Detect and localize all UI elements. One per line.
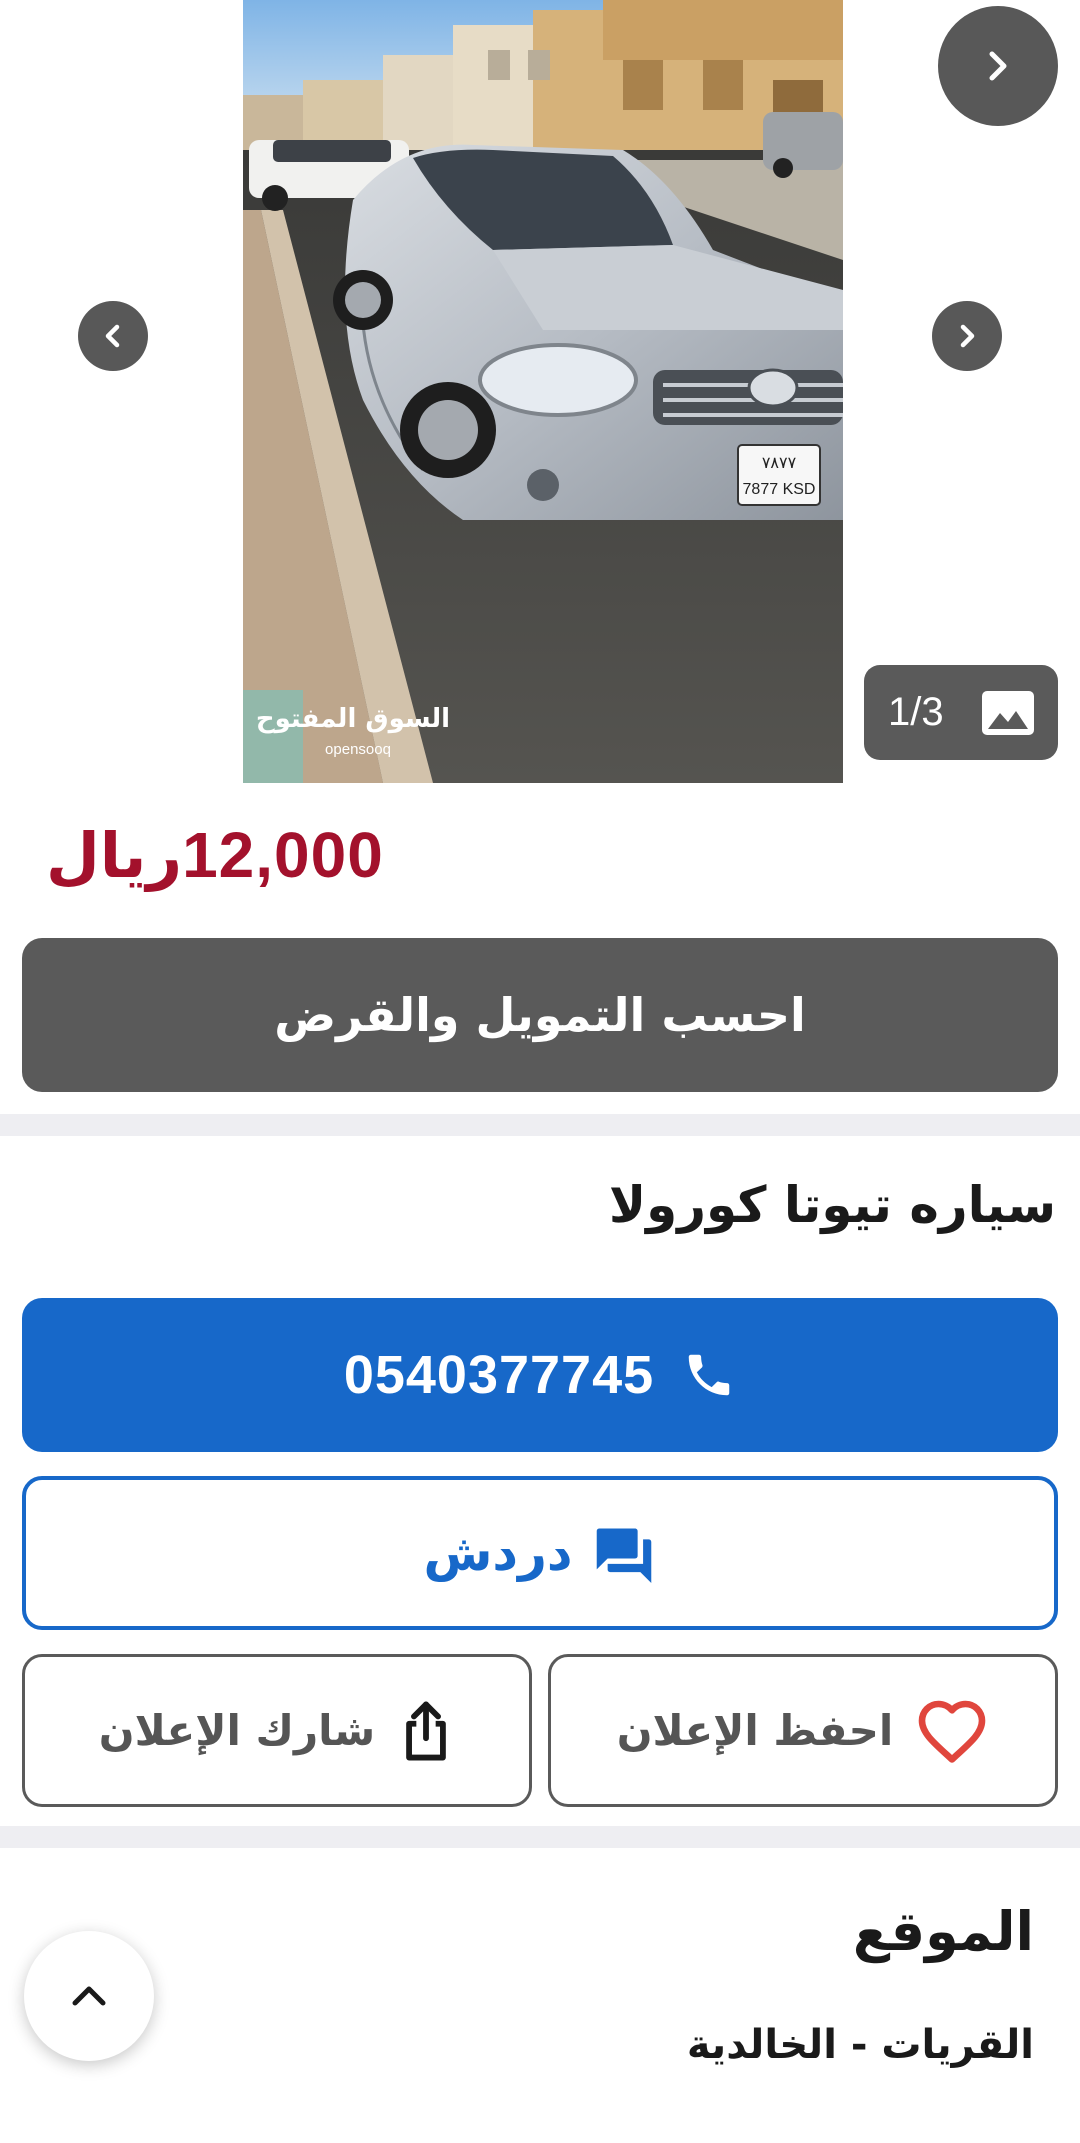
heart-icon: [918, 1700, 986, 1763]
plate-text-top: ٧٨٧٧: [762, 453, 797, 472]
chevron-right-icon: [960, 324, 975, 348]
plate-text-bottom: 7877 KSD: [743, 481, 816, 498]
section-divider: [0, 1114, 1080, 1136]
phone-number: 0540377745: [343, 1345, 655, 1405]
ad-title: سياره تيوتا كورولا: [608, 1176, 1056, 1234]
share-ad-button[interactable]: شارك الإعلان: [22, 1654, 532, 1807]
photo-counter-text: 1/3: [888, 690, 944, 734]
chat-button[interactable]: دردش: [22, 1476, 1058, 1630]
chat-bubbles-icon: [596, 1528, 651, 1583]
price-currency: ريال: [46, 818, 183, 892]
phone-icon: [688, 1354, 730, 1396]
location-heading: الموقع: [852, 1900, 1034, 1963]
watermark-arabic: السوق المفتوح: [256, 704, 450, 734]
image-gallery[interactable]: ٧٨٧٧ 7877 KSD السوق المفتوح opensooq 1/3: [0, 0, 1080, 783]
save-ad-button[interactable]: احفظ الإعلان: [548, 1654, 1058, 1807]
chevron-right-icon: [989, 51, 1007, 81]
photo-prev-button[interactable]: [78, 301, 148, 371]
share-icon: [406, 1701, 447, 1760]
chevron-left-icon: [105, 324, 120, 348]
photo-counter[interactable]: 1/3: [864, 665, 1058, 760]
watermark-english: opensooq: [325, 741, 391, 758]
price-amount: 12,000: [182, 819, 384, 891]
section-divider: [0, 1826, 1080, 1848]
scroll-to-top-button[interactable]: [24, 1931, 154, 2061]
car-photo-illustration: ٧٨٧٧ 7877 KSD السوق المفتوح opensooq: [243, 0, 843, 783]
chat-label: دردش: [423, 1524, 573, 1582]
finance-calculator-button[interactable]: احسب التمويل والقرض: [22, 938, 1058, 1092]
gallery-next-button[interactable]: [938, 6, 1058, 126]
share-ad-label: شارك الإعلان: [98, 1706, 376, 1755]
location-value: القريات - الخالدية: [686, 2022, 1034, 2068]
call-button[interactable]: 0540377745: [22, 1298, 1058, 1452]
price: 12,000 ريال: [22, 810, 384, 900]
save-ad-label: احفظ الإعلان: [616, 1706, 894, 1755]
image-icon: [982, 690, 1034, 735]
car-photo[interactable]: ٧٨٧٧ 7877 KSD السوق المفتوح opensooq: [243, 0, 843, 783]
chevron-up-icon: [72, 1986, 106, 2006]
photo-next-button[interactable]: [932, 301, 1002, 371]
